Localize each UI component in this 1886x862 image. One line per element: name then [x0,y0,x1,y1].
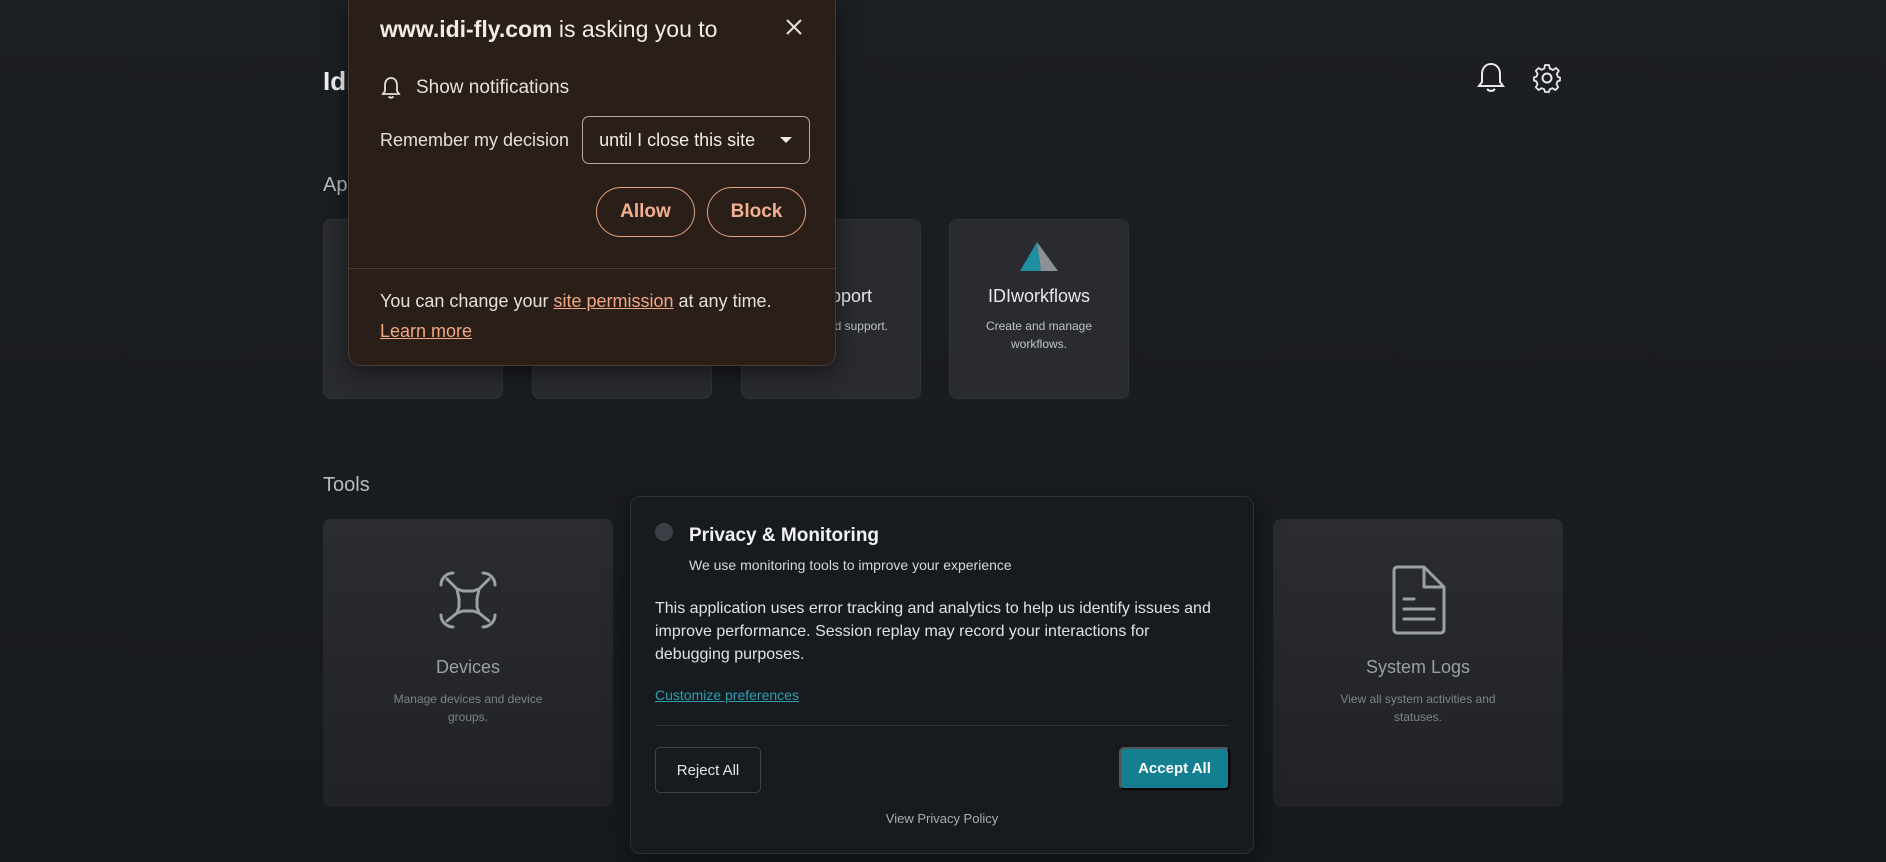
privacy-status-icon [655,523,673,541]
view-privacy-policy-link[interactable]: View Privacy Policy [631,811,1253,826]
bell-icon [1477,62,1505,92]
privacy-body: This application uses error tracking and… [655,600,1211,663]
permission-divider [349,268,835,269]
document-icon [1273,565,1563,637]
permission-footer-suffix: at any time. [673,291,772,311]
tool-card-name: System Logs [1365,657,1471,677]
remember-decision-label: Remember my decision [380,129,570,150]
permission-request-label: Show notifications [416,77,570,98]
workflows-logo-icon [950,238,1128,274]
remember-decision-select[interactable]: until I close this site [582,116,811,164]
notification-permission-popup: www.idi-fly.com is asking you to Show no… [348,0,836,366]
permission-request-row: Show notifications [380,76,569,100]
app-card-description: Create and manage workflows. [985,319,1093,351]
bell-icon [381,77,401,99]
gear-icon [1533,64,1561,93]
tools-section-title: Tools [323,474,370,496]
privacy-divider [655,725,1230,726]
notifications-button[interactable] [1474,60,1508,96]
permission-footer-prefix: You can change your [380,291,554,311]
customize-preferences-link[interactable]: Customize preferences [655,687,799,703]
tool-card-devices[interactable]: Devices Manage devices and device groups… [323,519,613,807]
tool-card-system-logs[interactable]: System Logs View all system activities a… [1273,519,1563,807]
remember-decision-row: Remember my decision until I close this … [380,116,811,164]
drone-icon [323,565,613,637]
privacy-monitoring-dialog: Privacy & Monitoring We use monitoring t… [630,496,1254,854]
caret-down-icon [780,137,793,143]
app-card-idiworkflows[interactable]: IDIworkflows Create and manage workflows… [949,219,1129,399]
privacy-subtitle: We use monitoring tools to improve your … [689,557,1012,573]
block-button[interactable]: Block [707,187,806,237]
remember-decision-value: until I close this site [599,129,756,150]
settings-button[interactable] [1530,60,1564,96]
permission-heading: www.idi-fly.com is asking you to [380,16,717,43]
header-actions [1474,60,1564,96]
permission-heading-suffix: is asking you to [552,16,718,42]
tool-card-description: View all system activities and statuses. [1340,692,1496,724]
app-card-name: IDIworkflows [987,286,1090,306]
permission-footer: You can change your site permission at a… [380,286,810,346]
privacy-title: Privacy & Monitoring [689,525,880,546]
tool-card-name: Devices [435,657,501,677]
site-permission-link[interactable]: site permission [553,291,673,311]
permission-close-button[interactable] [781,14,807,40]
learn-more-link[interactable]: Learn more [380,321,472,341]
close-icon [786,19,802,35]
permission-site: www.idi-fly.com [380,16,553,42]
tool-card-description: Manage devices and device groups. [393,692,543,724]
reject-all-button[interactable]: Reject All [655,747,761,793]
accept-all-button[interactable]: Accept All [1119,747,1230,790]
allow-button[interactable]: Allow [596,187,695,237]
